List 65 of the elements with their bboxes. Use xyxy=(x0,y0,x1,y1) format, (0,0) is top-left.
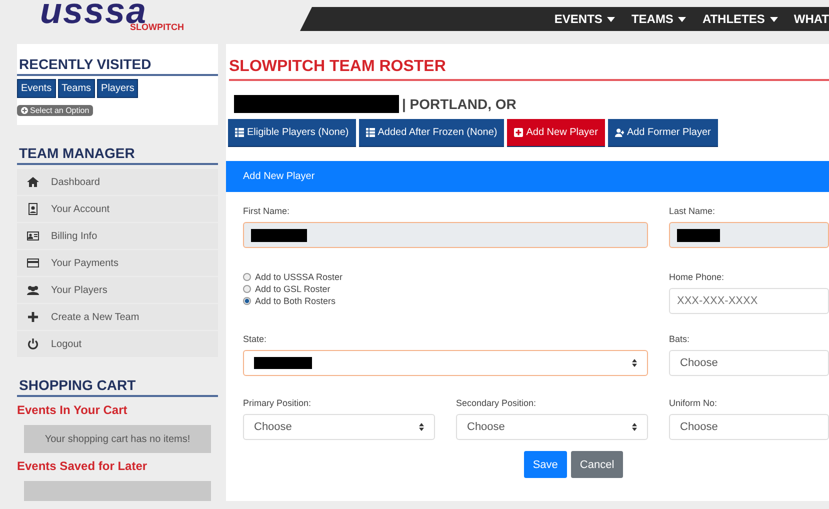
logo-subtitle: SLOWPITCH xyxy=(130,23,184,32)
select-field[interactable]: Choose xyxy=(669,414,829,440)
cancel-button[interactable]: Cancel xyxy=(570,451,624,478)
radio-option[interactable]: Add to GSL Roster xyxy=(243,284,648,294)
menu-item[interactable]: Dashboard xyxy=(17,169,218,195)
menu-item[interactable]: Your Account xyxy=(17,196,218,222)
select-field[interactable] xyxy=(243,350,648,376)
menu-item[interactable]: Create a New Team xyxy=(17,304,218,330)
page-title: SLOWPITCH TEAM ROSTER xyxy=(229,58,829,81)
menu-item[interactable]: Your Payments xyxy=(17,250,218,276)
field-label: State: xyxy=(243,334,268,344)
id-card-icon xyxy=(27,230,39,242)
plus-icon xyxy=(27,311,39,323)
user-plus-icon xyxy=(614,128,624,137)
select-field[interactable]: Choose xyxy=(669,350,829,376)
field-label: First Name: xyxy=(243,206,291,216)
recent-button[interactable]: Players xyxy=(97,79,138,98)
menu-item[interactable]: Your Players xyxy=(17,277,218,303)
contact-card-icon xyxy=(27,203,39,215)
sort-arrows-icon xyxy=(632,423,637,431)
tab[interactable]: Add Former Player xyxy=(608,119,718,147)
section-heading: SHOPPING CART xyxy=(17,377,218,397)
nav-link[interactable]: WHAT xyxy=(794,12,829,26)
field-label: Primary Position: xyxy=(243,398,312,408)
credit-card-icon xyxy=(27,257,39,269)
subheading: Events Saved for Later xyxy=(17,459,148,473)
sort-arrows-icon xyxy=(419,423,424,431)
plus-icon xyxy=(21,107,28,114)
field-label: Last Name: xyxy=(669,206,716,216)
panel-header: Add New Player xyxy=(226,161,829,192)
nav-link[interactable]: EVENTS xyxy=(554,12,616,26)
field-label: Bats: xyxy=(669,334,691,344)
select-field[interactable]: Choose xyxy=(456,414,648,440)
radio-option[interactable]: Add to Both Rosters xyxy=(243,296,648,306)
select-field[interactable]: Choose xyxy=(243,414,435,440)
home-icon xyxy=(27,176,39,188)
recent-button[interactable]: Events xyxy=(17,79,56,98)
section-heading: RECENTLY VISITED xyxy=(17,56,218,76)
menu-item[interactable]: Billing Info xyxy=(17,223,218,249)
plus-square-icon xyxy=(514,128,524,137)
field-label: Secondary Position: xyxy=(456,398,538,408)
tab[interactable]: Eligible Players (None) xyxy=(228,119,356,147)
save-button[interactable]: Save xyxy=(524,451,567,478)
section-heading: TEAM MANAGER xyxy=(17,145,218,165)
input-field[interactable] xyxy=(669,222,829,248)
field-label: Home Phone: xyxy=(669,272,726,282)
power-icon xyxy=(27,338,39,350)
menu-item[interactable]: Logout xyxy=(17,331,218,357)
team-location: | PORTLAND, OR xyxy=(402,96,516,112)
empty-cart-message: Your shopping cart has no items! xyxy=(24,425,211,453)
subheading: Events In Your Cart xyxy=(17,403,128,417)
radio-option[interactable]: Add to USSSA Roster xyxy=(243,272,648,282)
input-field[interactable] xyxy=(243,222,648,248)
select-option-button[interactable]: Select an Option xyxy=(17,105,94,116)
list-icon xyxy=(235,128,244,137)
nav-link[interactable]: ATHLETES xyxy=(702,12,778,26)
recent-button[interactable]: Teams xyxy=(58,79,96,98)
field-label: Uniform No: xyxy=(669,398,718,408)
tab[interactable]: Add New Player xyxy=(507,119,605,147)
tab[interactable]: Added After Frozen (None) xyxy=(358,119,504,147)
list-icon xyxy=(366,128,375,137)
sort-arrows-icon xyxy=(632,359,637,367)
nav-link[interactable]: TEAMS xyxy=(631,12,686,26)
users-icon xyxy=(27,284,39,296)
input-field[interactable]: XXX-XXX-XXXX xyxy=(669,288,829,314)
